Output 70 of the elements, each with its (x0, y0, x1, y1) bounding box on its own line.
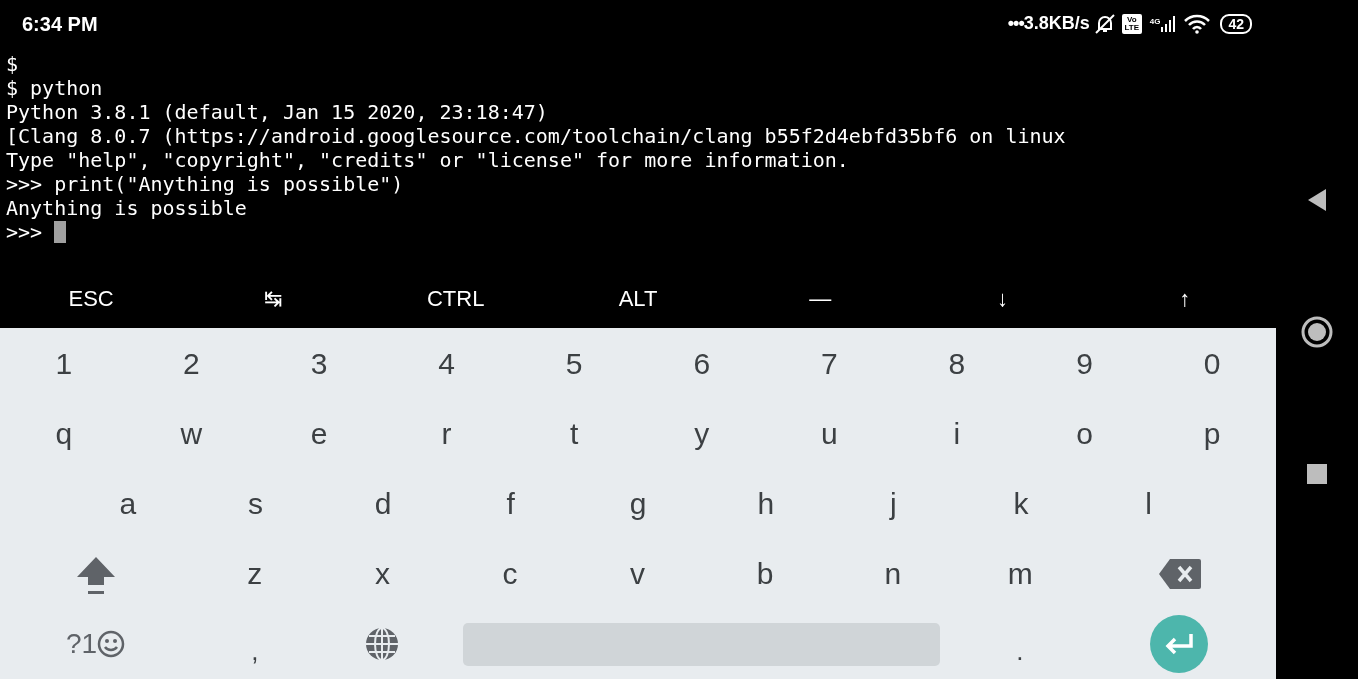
keyboard-key[interactable]: 8 (946, 349, 968, 379)
keyboard-key[interactable]: u (819, 419, 840, 449)
keyboard-key[interactable]: g (627, 489, 649, 519)
keyboard-key[interactable]: l (1143, 489, 1154, 519)
keyboard-key[interactable]: 9 (1074, 349, 1095, 379)
keyboard-key[interactable]: 5 (563, 349, 585, 379)
keyboard-key[interactable]: 0 (1201, 349, 1223, 379)
period-key[interactable]: . (1014, 624, 1026, 664)
keyboard-key[interactable]: n (882, 559, 904, 589)
keyboard-key[interactable]: z (245, 559, 265, 589)
network-type: 4G (1149, 15, 1161, 28)
keyboard-key[interactable]: b (754, 559, 776, 589)
keyboard-key[interactable]: m (1005, 559, 1035, 589)
wifi-icon (1184, 13, 1211, 34)
keyboard-key[interactable]: 2 (181, 349, 202, 379)
extra-key[interactable]: ALT (616, 287, 660, 310)
muted-bell-icon (1093, 12, 1116, 35)
more-notifications-dots: ••• (1007, 12, 1024, 36)
keyboard-key[interactable]: w (178, 419, 205, 449)
terminal-line: $ python (6, 75, 103, 100)
extra-key[interactable]: ESC (66, 287, 116, 310)
keyboard-key[interactable]: a (117, 489, 139, 519)
keyboard-key[interactable]: i (951, 419, 963, 449)
terminal-line: Anything is possible (6, 195, 247, 220)
network-speed: 3.8KB/s (1023, 12, 1090, 36)
text-cursor (54, 220, 67, 243)
comma-key[interactable]: , (249, 624, 261, 664)
keyboard-key[interactable]: h (755, 489, 777, 519)
keyboard-key[interactable]: x (372, 559, 392, 589)
clock-time: 6:34 PM (22, 11, 98, 37)
home-icon[interactable] (1301, 316, 1333, 348)
extra-key[interactable]: ↓ (995, 287, 1011, 310)
back-icon[interactable] (1307, 188, 1327, 212)
keyboard-key[interactable]: y (692, 419, 712, 449)
keyboard-key[interactable]: d (372, 489, 394, 519)
keyboard-key[interactable]: 6 (691, 349, 713, 379)
smiley-icon (97, 630, 126, 658)
extra-key[interactable]: ↑ (1177, 287, 1193, 310)
backspace-key[interactable] (1157, 558, 1202, 590)
keyboard-key[interactable]: 3 (308, 349, 330, 379)
keyboard-key[interactable]: c (500, 559, 520, 589)
keyboard-key[interactable]: q (53, 419, 75, 449)
keyboard-key[interactable]: s (245, 489, 265, 519)
enter-arrow-icon (1163, 632, 1196, 656)
extra-key[interactable]: CTRL (424, 287, 487, 310)
terminal-line: $ (6, 51, 19, 76)
keyboard-key[interactable]: t (568, 419, 581, 449)
keyboard-key[interactable]: 4 (436, 349, 457, 379)
keyboard-key[interactable]: o (1074, 419, 1095, 449)
symbols-key[interactable]: ?1 (65, 630, 126, 658)
terminal-line: >>> print("Anything is possible") (6, 171, 404, 196)
keyboard-key[interactable]: j (888, 489, 899, 519)
extra-key[interactable]: — (807, 287, 834, 310)
signal-icon (1160, 15, 1177, 32)
keyboard-key[interactable]: r (439, 419, 454, 449)
terminal-line: Python 3.8.1 (default, Jan 15 2020, 23:18:47) (6, 99, 548, 124)
terminal-line: Type "help", "copyright", "credits" or "license" for more information. (6, 147, 849, 172)
keyboard-key[interactable]: v (628, 559, 648, 589)
battery-level: 42 (1220, 13, 1252, 34)
keyboard-key[interactable]: 7 (819, 349, 840, 379)
extra-key[interactable]: ↹ (262, 287, 285, 310)
terminal-line: [Clang 8.0.7 (https://android.googlesource.com/toolchain/clang b55f2d4ebfd35bf6 on linux (6, 123, 1066, 148)
keyboard-key[interactable]: e (308, 419, 330, 449)
globe-icon[interactable] (364, 626, 401, 662)
keyboard-key[interactable]: f (504, 489, 517, 519)
keyboard-key[interactable]: 1 (53, 349, 75, 379)
keyboard-key[interactable]: p (1201, 419, 1223, 449)
volte-badge: Vo LTE (1121, 13, 1142, 34)
terminal-line: >>> (6, 219, 44, 244)
keyboard-key[interactable]: k (1011, 489, 1031, 519)
